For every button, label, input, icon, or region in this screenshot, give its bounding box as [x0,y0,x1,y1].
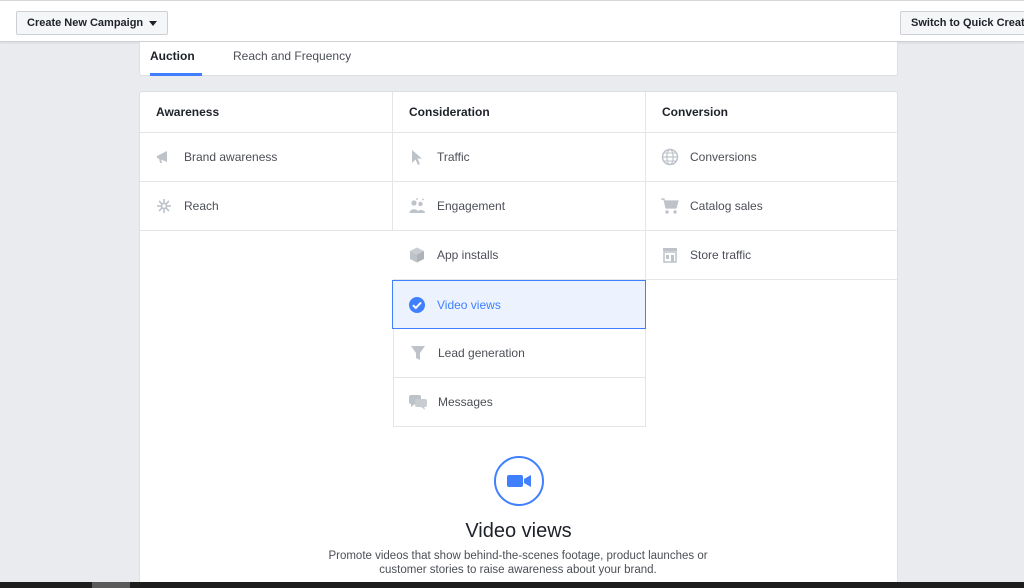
objective-card: Awareness Consideration Conversion Brand… [139,91,899,588]
buying-type-tabs: Auction Reach and Frequency [139,42,898,76]
funnel-icon [408,343,428,363]
objective-traffic[interactable]: Traffic [393,133,646,182]
objective-label: App installs [437,248,499,262]
megaphone-icon [154,147,174,167]
quick-creation-label: Switch to Quick Creation [911,17,1024,29]
column-header-conversion: Conversion [646,92,899,133]
top-bar: Create New Campaign Switch to Quick Crea… [0,0,1024,42]
check-circle-icon [407,295,427,315]
objective-messages[interactable]: Messages [393,378,646,427]
objective-reach[interactable]: Reach [140,182,393,231]
column-header-consideration: Consideration [393,92,646,133]
objective-lead-generation[interactable]: Lead generation [393,329,646,378]
objective-label: Lead generation [438,346,525,360]
tab-reach-and-frequency[interactable]: Reach and Frequency [233,42,351,76]
objective-label: Traffic [437,150,470,164]
box-icon [407,245,427,265]
create-campaign-button[interactable]: Create New Campaign [16,11,169,35]
globe-icon [660,147,680,167]
objective-conversions[interactable]: Conversions [646,133,899,182]
reach-icon [154,196,174,216]
taskbar-segment [92,582,130,588]
objective-detail-description: Promote videos that show behind-the-scen… [328,550,708,576]
active-tab-underline [150,73,202,76]
cursor-icon [407,147,427,167]
switch-quick-creation-button[interactable]: Switch to Quick Creation [900,11,1024,35]
objective-video-views[interactable]: Video views [392,280,646,329]
store-icon [660,245,680,265]
tab-auction[interactable]: Auction [150,42,202,76]
objective-label: Reach [184,199,219,213]
video-camera-icon [494,456,544,506]
objective-label: Store traffic [690,248,752,262]
objective-store-traffic[interactable]: Store traffic [646,231,899,280]
objective-detail-title: Video views [465,520,572,542]
create-campaign-label: Create New Campaign [27,17,144,29]
objective-catalog-sales[interactable]: Catalog sales [646,182,899,231]
chat-bubbles-icon [408,392,428,412]
objective-label: Video views [437,297,501,312]
people-icon [407,196,427,216]
objective-label: Catalog sales [690,199,763,213]
tab-auction-label: Auction [150,49,195,63]
tab-reach-label: Reach and Frequency [233,49,352,63]
objective-label: Engagement [437,199,506,213]
objective-label: Brand awareness [184,150,278,164]
caret-down-icon [149,20,158,26]
objective-label: Conversions [690,150,757,164]
cart-icon [660,196,680,216]
column-header-awareness: Awareness [140,92,393,133]
objective-engagement[interactable]: Engagement [393,182,646,231]
objective-label: Messages [438,395,493,409]
objective-app-installs[interactable]: App installs [393,231,646,280]
taskbar-strip [0,582,1024,588]
objective-brand-awareness[interactable]: Brand awareness [140,133,393,182]
